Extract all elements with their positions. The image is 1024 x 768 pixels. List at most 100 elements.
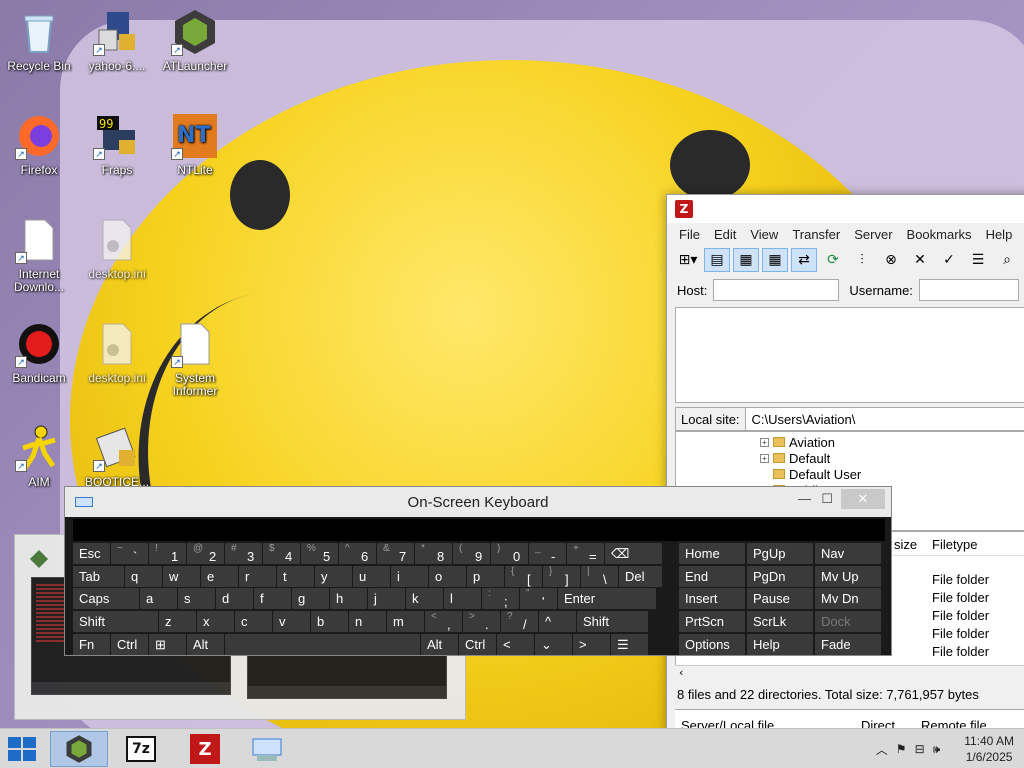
desktop-icon-system-informer[interactable]: ↗ System Informer: [156, 320, 234, 398]
on-screen-keyboard[interactable]: On-Screen Keyboard — ☐ ✕ Esc ~ `! 1 @2 #3 $4% 5…: [64, 486, 892, 656]
osk-key[interactable]: #3: [225, 543, 262, 564]
osk-key[interactable]: ^: [539, 611, 576, 632]
osk-key[interactable]: a: [140, 588, 177, 609]
osk-key[interactable]: g: [292, 588, 329, 609]
desktop-icon-desktop-ini-1[interactable]: desktop.ini: [78, 216, 156, 281]
show-hidden-icons-icon[interactable]: ︿: [876, 741, 888, 758]
osk-nav-key[interactable]: PgUp: [747, 543, 813, 564]
filezilla-titlebar[interactable]: Z: [667, 195, 1024, 223]
osk-key[interactable]: b: [311, 611, 348, 632]
scroll-left-icon[interactable]: ‹: [679, 666, 683, 679]
username-input[interactable]: [918, 279, 1019, 301]
menu-transfer[interactable]: Transfer: [786, 227, 848, 242]
menu-bookmarks[interactable]: Bookmarks: [901, 227, 980, 242]
osk-nav-key[interactable]: Fade: [815, 634, 881, 655]
osk-key[interactable]: Alt: [421, 634, 458, 655]
osk-nav-key[interactable]: Pause: [747, 588, 813, 609]
osk-key[interactable]: i: [391, 566, 428, 587]
message-log[interactable]: [675, 307, 1024, 403]
table-row[interactable]: File folder: [932, 590, 989, 605]
osk-titlebar[interactable]: On-Screen Keyboard — ☐ ✕: [65, 487, 891, 517]
osk-key[interactable]: y: [315, 566, 352, 587]
toggle-local-tree-icon[interactable]: ▦: [733, 248, 759, 272]
maximize-icon[interactable]: ☐: [821, 491, 833, 507]
osk-nav-key[interactable]: PgDn: [747, 566, 813, 587]
menu-help[interactable]: Help: [980, 227, 1021, 242]
desktop-icon-firefox[interactable]: ↗ Firefox: [0, 112, 78, 177]
desktop-icon-fraps[interactable]: 99 ↗ Fraps: [78, 112, 156, 177]
osk-key[interactable]: Fn: [73, 634, 110, 655]
osk-key[interactable]: <: [497, 634, 534, 655]
osk-key[interactable]: ~ `: [111, 543, 148, 564]
osk-key[interactable]: <,: [425, 611, 462, 632]
osk-key[interactable]: * 8: [415, 543, 452, 564]
expand-icon[interactable]: +: [760, 453, 769, 463]
osk-nav-key[interactable]: End: [679, 566, 745, 587]
reconnect-icon[interactable]: ✓: [936, 248, 962, 272]
osk-key[interactable]: Caps: [73, 588, 139, 609]
osk-nav-key[interactable]: Dock: [815, 611, 881, 632]
osk-key[interactable]: Tab: [73, 566, 124, 587]
osk-nav-key[interactable]: Mv Up: [815, 566, 881, 587]
osk-key[interactable]: " ': [520, 588, 557, 609]
osk-key[interactable]: e: [201, 566, 238, 587]
flag-icon[interactable]: ⚑: [896, 742, 907, 756]
osk-key[interactable]: w: [163, 566, 200, 587]
desktop-icon-internet-download[interactable]: ↗ Internet Downlo...: [0, 216, 78, 294]
osk-key[interactable]: [225, 634, 420, 655]
osk-nav-key[interactable]: Options: [679, 634, 745, 655]
table-row[interactable]: File folder: [932, 572, 989, 587]
osk-key[interactable]: Alt: [187, 634, 224, 655]
osk-key[interactable]: q: [125, 566, 162, 587]
horizontal-scrollbar[interactable]: ‹: [675, 665, 1024, 681]
tree-item-default[interactable]: + Default: [760, 450, 830, 466]
menu-edit[interactable]: Edit: [708, 227, 744, 242]
osk-key[interactable]: v: [273, 611, 310, 632]
toggle-remote-tree-icon[interactable]: ▦: [762, 248, 788, 272]
osk-nav-key[interactable]: ScrLk: [747, 611, 813, 632]
taskbar-app-filezilla[interactable]: Z: [176, 731, 234, 767]
osk-nav-key[interactable]: PrtScn: [679, 611, 745, 632]
osk-key[interactable]: j: [368, 588, 405, 609]
osk-key[interactable]: ) 0: [491, 543, 528, 564]
osk-key[interactable]: ⌫: [605, 543, 662, 564]
osk-key[interactable]: ⊞: [149, 634, 186, 655]
toggle-log-icon[interactable]: ▤: [704, 248, 730, 272]
cancel-icon[interactable]: ⊗: [878, 248, 904, 272]
osk-key[interactable]: ? /: [501, 611, 538, 632]
osk-key[interactable]: ☰: [611, 634, 648, 655]
osk-key[interactable]: Shift: [577, 611, 648, 632]
osk-key[interactable]: ⌄: [535, 634, 572, 655]
osk-key[interactable]: d: [216, 588, 253, 609]
menu-server[interactable]: Server: [848, 227, 900, 242]
close-button[interactable]: ✕: [841, 489, 885, 509]
osk-key[interactable]: >: [573, 634, 610, 655]
menu-view[interactable]: View: [744, 227, 786, 242]
osk-key[interactable]: z: [159, 611, 196, 632]
osk-key[interactable]: s: [178, 588, 215, 609]
osk-key[interactable]: | \: [581, 566, 618, 587]
osk-key[interactable]: m: [387, 611, 424, 632]
osk-key[interactable]: n: [349, 611, 386, 632]
local-site-path-input[interactable]: C:\Users\Aviation\: [745, 408, 1024, 430]
column-header-filetype[interactable]: Filetype: [932, 537, 978, 552]
table-row[interactable]: File folder: [932, 626, 989, 641]
osk-nav-key[interactable]: Help: [747, 634, 813, 655]
desktop-icon-aim[interactable]: ↗ AIM: [0, 424, 78, 489]
start-button[interactable]: [8, 737, 38, 761]
desktop-icon-desktop-ini-2[interactable]: desktop.ini: [78, 320, 156, 385]
osk-key[interactable]: {[: [505, 566, 542, 587]
column-header-size[interactable]: size: [894, 537, 917, 552]
tree-item-aviation[interactable]: + Aviation: [760, 434, 835, 450]
osk-key[interactable]: Del: [619, 566, 662, 587]
search-icon[interactable]: ⌕: [994, 248, 1020, 272]
osk-key[interactable]: c: [235, 611, 272, 632]
osk-key[interactable]: ! 1: [149, 543, 186, 564]
osk-key[interactable]: u: [353, 566, 390, 587]
osk-key[interactable]: :;: [482, 588, 519, 609]
menu-file[interactable]: File: [673, 227, 708, 242]
osk-key[interactable]: % 5: [301, 543, 338, 564]
desktop-icon-ntlite[interactable]: NT ↗ NTLite: [156, 112, 234, 177]
toggle-queue-icon[interactable]: ⇄: [791, 248, 817, 272]
osk-key[interactable]: f: [254, 588, 291, 609]
